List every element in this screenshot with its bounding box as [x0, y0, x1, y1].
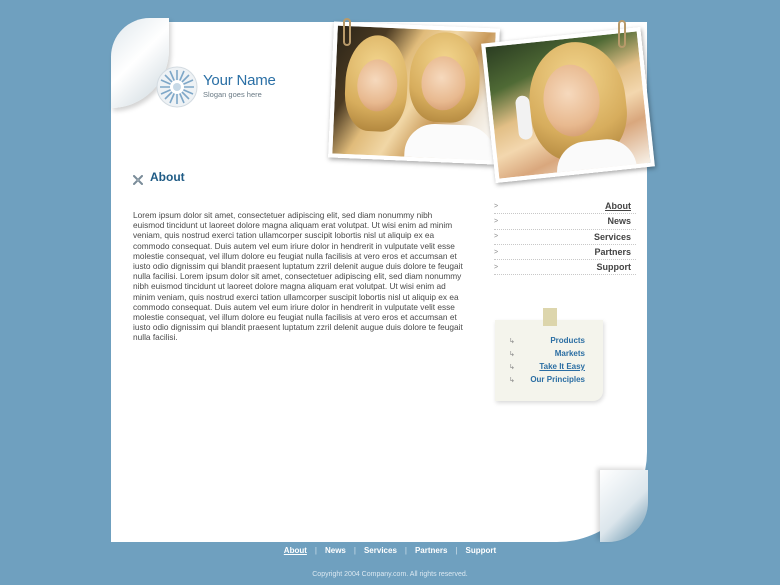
- paperclip-icon: [618, 20, 626, 48]
- side-nav-item-services[interactable]: > Services: [494, 230, 636, 245]
- side-navigation: > About > News > Services > Partners > S…: [494, 199, 636, 276]
- side-nav-item-support[interactable]: > Support: [494, 260, 636, 276]
- arrow-right-icon: ↳: [509, 350, 515, 358]
- page-curl-bottom-right: [600, 470, 648, 542]
- arrow-right-icon: ↳: [509, 376, 515, 384]
- footer-link-news[interactable]: News: [317, 546, 354, 555]
- brand-slogan: Slogan goes here: [203, 90, 262, 99]
- chevron-right-icon: >: [494, 263, 499, 271]
- chevron-right-icon: >: [494, 202, 499, 210]
- footer-link-support[interactable]: Support: [458, 546, 505, 555]
- side-nav-item-about[interactable]: > About: [494, 199, 636, 215]
- chevron-right-icon: >: [494, 217, 499, 225]
- photo-two-women: [328, 21, 500, 165]
- cross-bullet-icon: [133, 172, 143, 185]
- section-title: About: [150, 170, 185, 184]
- note-item-products[interactable]: ↳ Products: [509, 334, 585, 347]
- section-body-text: Lorem ipsum dolor sit amet, consectetuer…: [133, 210, 463, 343]
- photo-woman-on-phone: [481, 27, 655, 183]
- chevron-right-icon: >: [494, 248, 499, 256]
- paperclip-icon: [343, 18, 351, 46]
- chevron-right-icon: >: [494, 233, 499, 241]
- brand-name: Your Name: [203, 72, 276, 89]
- footer-navigation: About | News | Services | Partners | Sup…: [0, 546, 780, 555]
- arrow-right-icon: ↳: [509, 337, 515, 345]
- section-heading: About: [133, 170, 185, 185]
- note-item-our-principles[interactable]: ↳ Our Principles: [509, 373, 585, 386]
- note-item-markets[interactable]: ↳ Markets: [509, 347, 585, 360]
- logo[interactable]: Your Name Slogan goes here: [156, 66, 276, 108]
- footer-link-partners[interactable]: Partners: [407, 546, 455, 555]
- note-menu: ↳ Products ↳ Markets ↳ Take It Easy ↳ Ou…: [495, 320, 603, 401]
- tape-strip: [543, 308, 557, 326]
- copyright-text: Copyright 2004 Company.com. All rights r…: [312, 571, 468, 578]
- note-item-take-it-easy[interactable]: ↳ Take It Easy: [509, 360, 585, 373]
- side-nav-item-partners[interactable]: > Partners: [494, 245, 636, 261]
- footer-link-services[interactable]: Services: [356, 546, 405, 555]
- footer-link-about[interactable]: About: [276, 546, 315, 555]
- sunburst-logo-icon: [156, 66, 198, 108]
- arrow-right-icon: ↳: [509, 363, 515, 371]
- side-nav-item-news[interactable]: > News: [494, 214, 636, 230]
